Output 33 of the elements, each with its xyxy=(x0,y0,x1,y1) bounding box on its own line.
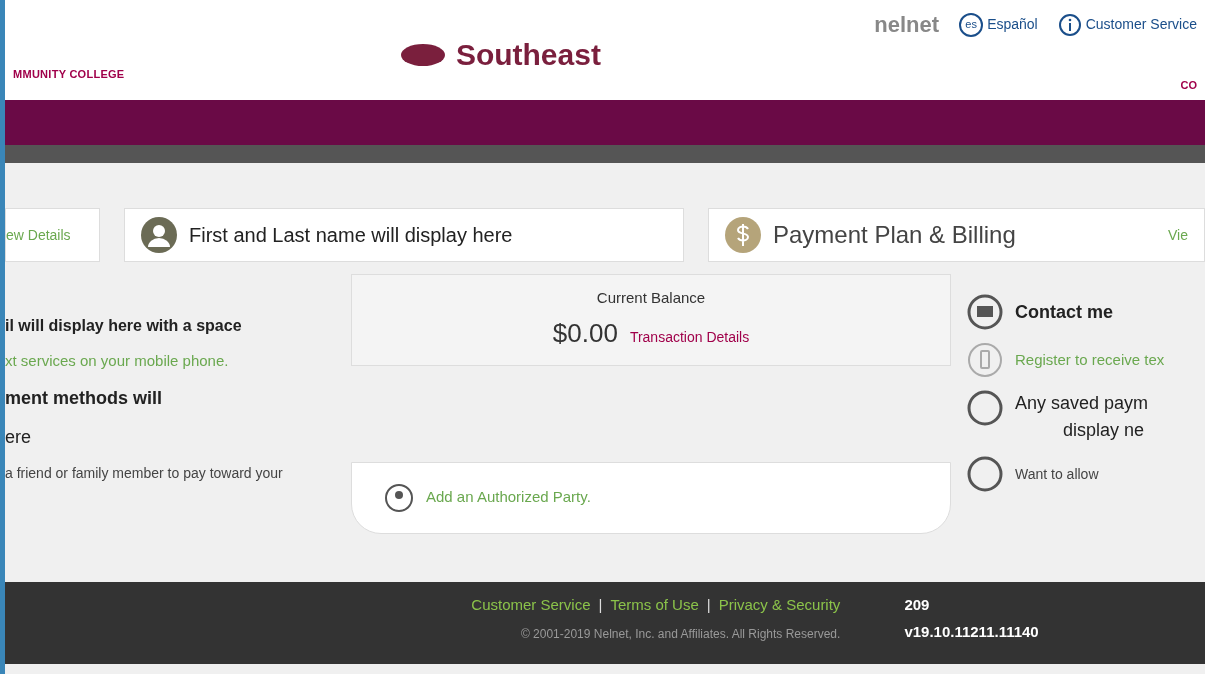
authorized-text: a friend or family member to pay toward your xyxy=(5,463,284,483)
balance-label: Current Balance xyxy=(596,288,706,308)
customer-service-link[interactable]: Customer Service xyxy=(1057,12,1197,37)
saved-payments-heading: display ne xyxy=(1062,419,1146,442)
email-text: il will display here with a space xyxy=(5,316,243,336)
link-separator: | xyxy=(598,595,603,615)
payment-methods-heading: ment methods will xyxy=(5,386,164,410)
copyright-text: © 2001-2019 Nelnet, Inc. and Affiliates. All Rights Reserved. xyxy=(520,625,841,643)
allow-text: Want to allow xyxy=(1015,464,1099,484)
footer-link[interactable]: Terms of Use xyxy=(610,594,699,617)
payment-methods-heading: ere xyxy=(5,425,32,449)
version-text: v19.10.11211.11140 xyxy=(904,621,1039,642)
user-icon xyxy=(141,217,177,253)
language-link[interactable]: es Español xyxy=(959,12,1038,37)
contact-heading: Contact me xyxy=(1015,300,1113,324)
transaction-details-link[interactable]: Transaction Details xyxy=(629,326,750,348)
footer-link[interactable]: Privacy & Security xyxy=(718,594,841,617)
school-subtitle: MMUNITY COLLEGE xyxy=(13,67,125,82)
language-badge: es xyxy=(959,12,984,37)
provider-logo: nelnet xyxy=(874,11,940,39)
phone-icon xyxy=(967,342,1003,378)
envelope-icon xyxy=(967,294,1003,330)
link-separator: | xyxy=(706,595,711,615)
info-icon xyxy=(1057,12,1082,37)
card-title: Payment Plan & Billing xyxy=(773,220,1017,250)
name-text: First and Last name will display here xyxy=(189,223,513,248)
school-logo: Southeast xyxy=(455,37,601,73)
build-code: 209 xyxy=(904,595,931,615)
balance-amount: $0.00 xyxy=(552,316,618,350)
saved-payments-heading: Any saved paym xyxy=(1015,392,1149,415)
school-subtitle: CO xyxy=(1180,78,1197,93)
dollar-icon xyxy=(725,217,761,253)
footer-link[interactable]: Customer Service xyxy=(471,594,591,617)
